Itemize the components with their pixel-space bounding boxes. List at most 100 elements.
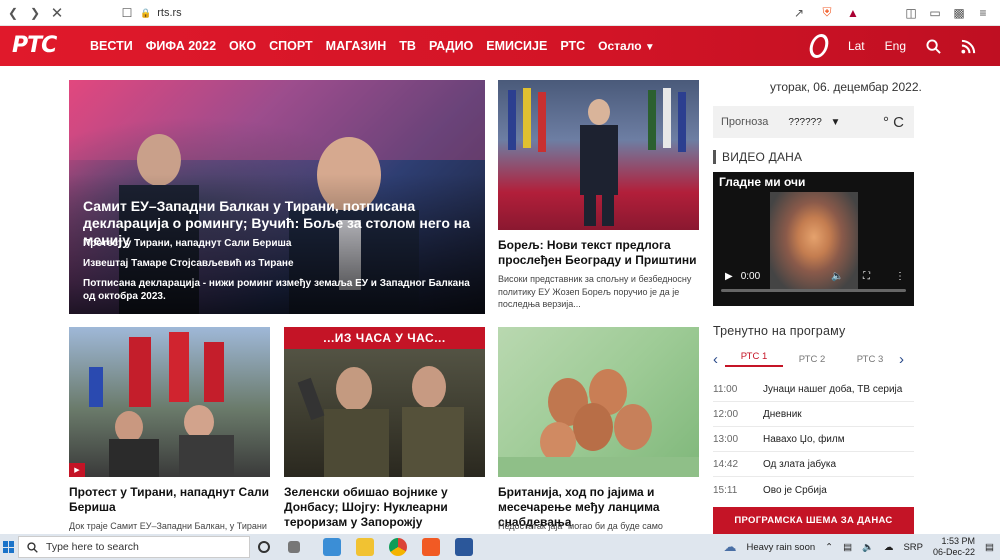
news-card-1[interactable]: ▶ Протест у Тирани, нападнут Сали Бериша… xyxy=(69,327,270,534)
play-icon[interactable]: ▶ xyxy=(725,271,733,282)
chevron-down-icon: ▼ xyxy=(644,42,655,53)
fullscreen-icon[interactable]: ⛶ xyxy=(863,271,870,282)
nav-item-magazin[interactable]: МАГАЗИН xyxy=(326,39,387,53)
tray-expand-icon[interactable]: ⌃ xyxy=(825,542,833,553)
bookmark-icon[interactable]: ☐ xyxy=(116,2,138,24)
video-progress-bar[interactable] xyxy=(721,289,906,292)
video-player[interactable]: Гладне ми очи ▶ 0:00 🔈 ⛶ ⋮ xyxy=(713,172,914,306)
card-2-title[interactable]: Зеленски обишао војнике у Донбасу; Шојгу… xyxy=(284,485,485,530)
schedule-time: 15:11 xyxy=(713,484,738,496)
tabs-next-icon[interactable]: › xyxy=(899,351,911,368)
minimize-icon[interactable]: ▭ xyxy=(924,2,946,24)
card-1-title[interactable]: Протест у Тирани, нападнут Сали Бериша xyxy=(69,485,270,515)
hero-sub-link-1[interactable]: Протест у Тирани, нападнут Сали Бериша xyxy=(83,237,473,250)
schedule-show: Од злата јабука xyxy=(763,459,837,470)
video-title: Гладне ми очи xyxy=(719,175,806,189)
schedule-row[interactable]: 11:00 Јунаци нашег доба, ТВ серија xyxy=(713,378,914,402)
lang-latin-link[interactable]: Lat xyxy=(848,39,865,53)
more-options-icon[interactable]: ⋮ xyxy=(895,271,905,282)
caret-down-icon: ▼ xyxy=(830,116,841,128)
tab-rts3[interactable]: РТС 3 xyxy=(841,354,899,365)
now-on-air-heading: Тренутно на програму xyxy=(713,324,846,338)
search-icon[interactable] xyxy=(926,38,941,54)
nav-item-sport[interactable]: СПОРТ xyxy=(269,39,313,53)
channel-tabs: ‹ РТС 1 РТС 2 РТС 3 › xyxy=(713,348,914,370)
borrell-article[interactable]: Борељ: Нови текст предлога прослеђен Бео… xyxy=(498,80,699,315)
weather-label: Прогноза xyxy=(721,116,769,128)
system-tray: ☁ Heavy rain soon ⌃ ▤ 🔈 ☁ SRP 1:53 PM 06… xyxy=(723,534,994,560)
address-bar[interactable]: 🔒 rts.rs xyxy=(140,3,810,23)
schedule-show: Ово је Србија xyxy=(763,484,827,496)
share-icon[interactable]: ↗ xyxy=(788,2,810,24)
chrome-icon[interactable] xyxy=(389,538,407,556)
hero-sub-link-2[interactable]: Извештај Тамаре Стојсављевић из Тиране xyxy=(83,257,473,270)
speaker-icon[interactable]: 🔈 xyxy=(862,542,874,553)
network-icon[interactable]: ▤ xyxy=(843,542,852,553)
borrell-desc: Високи представник за спољну и безбеднос… xyxy=(498,274,692,309)
hero-sub-link-3[interactable]: Потписана декларација - нижи роминг изме… xyxy=(83,277,473,303)
windows-start-icon[interactable] xyxy=(3,541,15,553)
nav-item-oko[interactable]: ОКО xyxy=(229,39,256,53)
browser-toolbar: ❮ ❯ ✕ ☐ 🔒 rts.rs ↗ ⛨ ▲ ◫ ▭ ▩ ≡ xyxy=(0,0,1000,26)
tab-rts1[interactable]: РТС 1 xyxy=(725,351,783,367)
weather-temp-unit: ° C xyxy=(883,113,904,131)
keyboard-lang[interactable]: SRP xyxy=(903,542,923,553)
brave-shield-icon[interactable]: ⛨ xyxy=(816,2,838,24)
brave-icon[interactable] xyxy=(422,538,440,556)
notepad-icon[interactable] xyxy=(323,538,341,556)
card-3-image xyxy=(498,327,699,477)
weather-city: ?????? xyxy=(788,116,822,128)
extensions-icon[interactable]: ▩ xyxy=(948,2,970,24)
brave-rewards-icon[interactable]: ▲ xyxy=(842,2,864,24)
taskbar-weather[interactable]: Heavy rain soon xyxy=(746,542,815,553)
borrell-title[interactable]: Борељ: Нови текст предлога прослеђен Бео… xyxy=(498,238,699,268)
video-of-day-label: ВИДЕО ДАНА xyxy=(722,150,803,164)
tab-rts2[interactable]: РТС 2 xyxy=(783,354,841,365)
rts-logo[interactable]: РТС xyxy=(12,33,57,58)
forward-icon[interactable]: ❯ xyxy=(24,2,46,24)
nav-item-tv[interactable]: ТВ xyxy=(399,39,416,53)
schedule-row[interactable]: 14:42 Од злата јабука xyxy=(713,453,914,477)
nav-item-emisije[interactable]: ЕМИСИЈЕ xyxy=(486,39,547,53)
nav-item-vesti[interactable]: ВЕСТИ xyxy=(90,39,133,53)
nav-item-more[interactable]: Остало ▼ xyxy=(598,39,655,53)
card-1-desc: Док траје Самит ЕУ–Западни Балкан, у Тир… xyxy=(69,521,267,531)
video-of-day-heading: ВИДЕО ДАНА xyxy=(713,150,802,164)
news-card-2[interactable]: ...ИЗ ЧАСА У ЧАС... Зеленски обишао војн… xyxy=(284,327,485,534)
volume-icon[interactable]: 🔈 xyxy=(831,271,843,282)
nav-item-radio[interactable]: РАДИО xyxy=(429,39,473,53)
stop-icon[interactable]: ✕ xyxy=(46,2,68,24)
weather-cloud-icon: ☁ xyxy=(723,539,737,554)
schedule-show: Дневник xyxy=(763,409,802,420)
notifications-icon[interactable]: ▤ xyxy=(985,542,994,553)
nav-more-label: Остало xyxy=(598,39,642,53)
tabs-prev-icon[interactable]: ‹ xyxy=(713,351,725,368)
video-badge-icon: ▶ xyxy=(69,463,85,477)
nav-item-fifa[interactable]: ФИФА 2022 xyxy=(146,39,216,53)
taskbar-search-input[interactable]: Type here to search xyxy=(18,536,250,558)
lang-english-link[interactable]: Eng xyxy=(885,39,906,53)
task-view-icon[interactable] xyxy=(258,541,270,553)
card-3-desc: Недостатак јаја "могао би да буде само xyxy=(498,521,663,531)
rss-icon[interactable] xyxy=(961,39,976,54)
schedule-row[interactable]: 13:00 Навахо Џо, филм xyxy=(713,428,914,452)
word-icon[interactable] xyxy=(455,538,473,556)
widgets-icon[interactable] xyxy=(288,541,300,553)
back-icon[interactable]: ❮ xyxy=(2,2,24,24)
nav-item-rts[interactable]: РТС xyxy=(560,39,585,53)
schedule-time: 13:00 xyxy=(713,434,739,445)
file-explorer-icon[interactable] xyxy=(356,538,374,556)
menu-icon[interactable]: ≡ xyxy=(972,2,994,24)
weather-city-select[interactable]: ?????? ▼ xyxy=(788,117,840,128)
hero-article[interactable]: Самит ЕУ–Западни Балкан у Тирани, потпис… xyxy=(69,80,485,314)
schedule-time: 14:42 xyxy=(713,459,739,470)
program-schedule-button[interactable]: ПРОГРАМСКА ШЕМА ЗА ДАНАС xyxy=(713,507,914,534)
clock-time: 1:53 PM xyxy=(941,536,976,546)
news-card-3[interactable]: Британија, ход по јајима и месечарење ме… xyxy=(498,327,699,534)
onedrive-icon[interactable]: ☁ xyxy=(884,542,894,553)
schedule-row[interactable]: 12:00 Дневник xyxy=(713,403,914,427)
schedule-row[interactable]: 15:11 Ово је Србија xyxy=(713,478,914,502)
oko-zero-icon[interactable] xyxy=(807,34,831,58)
taskbar-clock[interactable]: 1:53 PM 06-Dec-22 xyxy=(933,536,975,558)
sidebar-toggle-icon[interactable]: ◫ xyxy=(900,2,922,24)
